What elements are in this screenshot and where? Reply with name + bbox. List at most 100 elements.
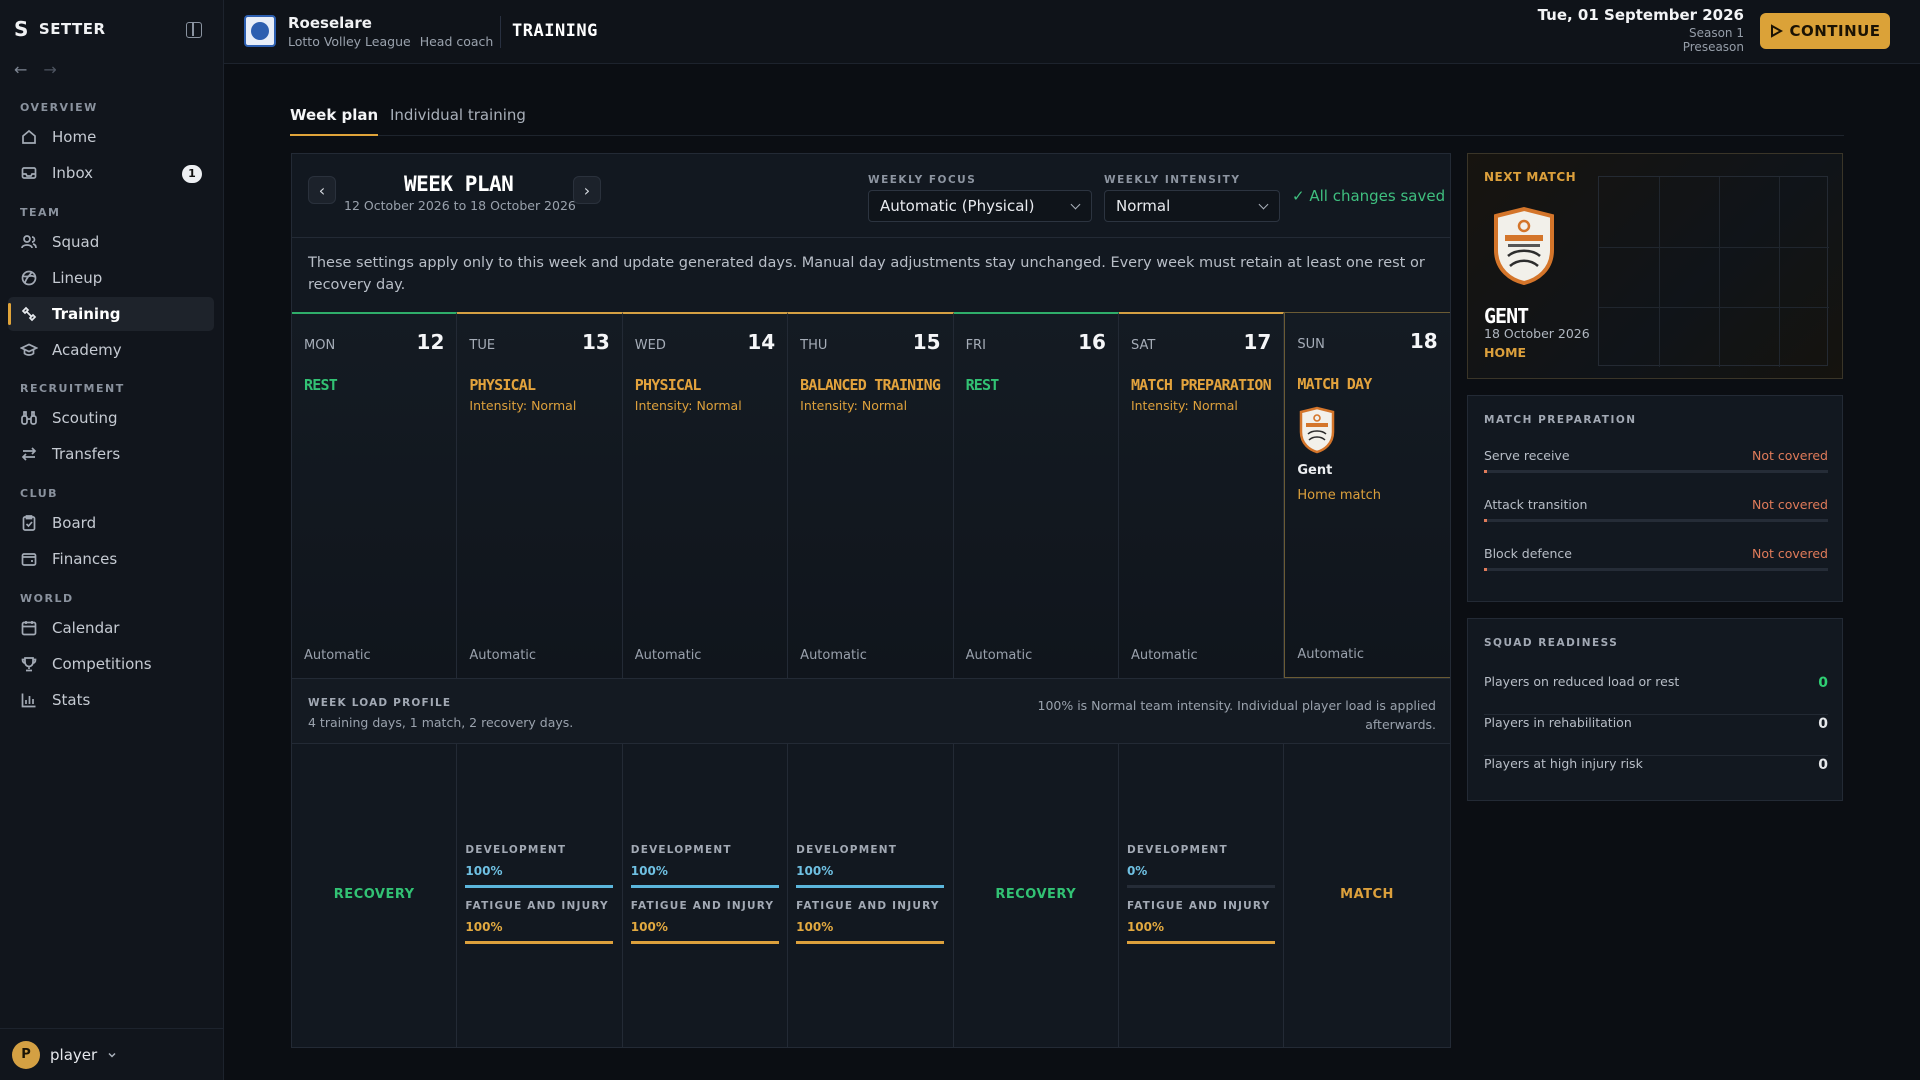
weekly-intensity-label: WEEKLY INTENSITY xyxy=(1104,174,1241,186)
weekly-focus-label: WEEKLY FOCUS xyxy=(868,174,977,186)
sidebar-item-training[interactable]: Training xyxy=(8,297,214,331)
development-label: DEVELOPMENT xyxy=(630,844,732,856)
sidebar-item-academy[interactable]: Academy xyxy=(8,333,214,367)
day-number: 18 xyxy=(1409,329,1438,353)
collapse-sidebar-icon[interactable] xyxy=(186,22,202,38)
development-bar xyxy=(465,885,614,888)
readiness-row: Players in rehabilitation 0 xyxy=(1484,715,1828,756)
tab-week-plan[interactable]: Week plan xyxy=(290,106,379,136)
club-subtitle: Lotto Volley League Head coach xyxy=(288,34,493,49)
sidebar-item-board[interactable]: Board xyxy=(8,506,214,540)
match-preparation-card: MATCH PREPARATION Serve receive Not cove… xyxy=(1467,395,1843,602)
week-load-summary: 4 training days, 1 match, 2 recovery day… xyxy=(308,715,574,730)
development-bar-fill xyxy=(796,885,945,888)
fatigue-value: 100% xyxy=(465,920,503,934)
week-plan-header: ‹ WEEK PLAN 12 October 2026 to 18 Octobe… xyxy=(292,154,1450,238)
sidebar-item-stats[interactable]: Stats xyxy=(8,683,214,717)
scouting-icon xyxy=(21,411,37,425)
week-plan-note: These settings apply only to this week a… xyxy=(308,255,1425,293)
day-of-week: WED xyxy=(634,338,666,353)
day-card-thu[interactable]: THU 15 BALANCED TRAINING Intensity: Norm… xyxy=(788,312,954,678)
season-label: Season 1 xyxy=(1688,26,1744,40)
day-card-tue[interactable]: TUE 13 PHYSICAL Intensity: Normal Automa… xyxy=(457,312,623,678)
sidebar-item-home[interactable]: Home xyxy=(8,120,214,154)
sidebar-item-transfers[interactable]: Transfers xyxy=(8,437,214,471)
inbox-icon xyxy=(21,167,37,179)
sidebar-item-squad[interactable]: Squad xyxy=(8,225,214,259)
fatigue-bar xyxy=(630,941,779,944)
continue-button[interactable]: CONTINUE xyxy=(1760,13,1890,49)
fatigue-value: 100% xyxy=(796,920,834,934)
day-number: 17 xyxy=(1243,330,1272,354)
sidebar-item-label: Scouting xyxy=(52,409,118,427)
tab-individual-training[interactable]: Individual training xyxy=(390,106,526,124)
back-arrow-icon[interactable]: ← xyxy=(14,60,27,79)
fatigue-value: 100% xyxy=(1126,920,1165,934)
day-mode: Automatic xyxy=(634,648,702,663)
development-bar-fill xyxy=(630,885,779,888)
top-bar: Roeselare Lotto Volley League Head coach… xyxy=(224,0,1920,64)
sidebar-item-finances[interactable]: Finances xyxy=(8,542,214,576)
day-card-fri[interactable]: FRI 16 REST Automatic xyxy=(953,312,1119,678)
section-recruitment: RECRUITMENT xyxy=(20,382,125,395)
sidebar-item-scouting[interactable]: Scouting xyxy=(8,401,214,435)
load-column-wed: DEVELOPMENT 100% FATIGUE AND INJURY 100% xyxy=(623,744,789,1048)
app-logo: S xyxy=(14,17,29,41)
match-venue: Home match xyxy=(1297,488,1381,503)
session-type: BALANCED TRAINING xyxy=(800,376,941,394)
app-name: SETTER xyxy=(38,20,106,38)
day-mode: Automatic xyxy=(800,648,867,663)
weekly-focus-select[interactable]: Automatic (Physical) xyxy=(868,190,1092,222)
sidebar-item-lineup[interactable]: Lineup xyxy=(8,261,214,295)
academy-icon xyxy=(20,343,38,356)
transfers-icon xyxy=(21,447,37,461)
sidebar-item-inbox[interactable]: Inbox 1 xyxy=(8,156,214,190)
day-card-wed[interactable]: WED 14 PHYSICAL Intensity: Normal Automa… xyxy=(622,312,789,678)
development-bar xyxy=(1126,885,1275,888)
next-match-team: GENT xyxy=(1484,304,1529,328)
section-world: WORLD xyxy=(20,592,74,605)
user-menu[interactable]: P player xyxy=(0,1028,224,1080)
day-card-sat[interactable]: SAT 17 MATCH PREPARATION Intensity: Norm… xyxy=(1118,312,1285,678)
development-value: 100% xyxy=(465,864,503,878)
page-title: TRAINING xyxy=(512,21,598,41)
day-number: 14 xyxy=(747,330,776,354)
app-brand[interactable]: S SETTER xyxy=(14,17,106,41)
forward-arrow-icon[interactable]: → xyxy=(43,60,56,79)
fatigue-label: FATIGUE AND INJURY xyxy=(796,900,940,912)
day-number: 15 xyxy=(912,330,941,354)
sidebar-item-calendar[interactable]: Calendar xyxy=(8,611,214,645)
weekly-intensity-select[interactable]: Normal xyxy=(1104,190,1280,222)
sidebar-item-competitions[interactable]: Competitions xyxy=(8,647,214,681)
sidebar-item-label: Competitions xyxy=(52,655,152,673)
day-card-sun[interactable]: SUN 18 MATCH DAY Gent Home match Automat… xyxy=(1284,312,1450,678)
opponent-name: Gent xyxy=(1297,463,1333,478)
readiness-label: Players in rehabilitation xyxy=(1484,715,1632,730)
load-column-fri: RECOVERY xyxy=(954,744,1119,1048)
sidebar-item-label: Academy xyxy=(52,341,122,359)
day-of-week: MON xyxy=(304,338,336,353)
readiness-label: Players at high injury risk xyxy=(1484,756,1643,771)
user-name: player xyxy=(50,1045,98,1064)
previous-week-button[interactable]: ‹ xyxy=(308,176,336,204)
stats-icon xyxy=(21,693,36,708)
next-week-button[interactable]: › xyxy=(573,176,601,204)
readiness-label: Players on reduced load or rest xyxy=(1484,674,1680,689)
sidebar-item-label: Board xyxy=(52,514,97,532)
training-tabs: Week plan Individual training xyxy=(290,104,1844,136)
development-bar xyxy=(630,885,779,888)
load-column-sat: DEVELOPMENT 0% FATIGUE AND INJURY 100% xyxy=(1119,744,1285,1048)
day-number: 13 xyxy=(581,330,610,354)
phase-label: Preseason xyxy=(1682,40,1744,54)
day-number: 12 xyxy=(416,330,445,354)
day-card-mon[interactable]: MON 12 REST Automatic xyxy=(292,312,458,678)
sidebar-item-label: Lineup xyxy=(52,269,103,287)
club-name[interactable]: Roeselare xyxy=(288,14,372,32)
fatigue-bar xyxy=(796,941,945,944)
fatigue-bar xyxy=(465,941,614,944)
load-column-mon: RECOVERY xyxy=(292,744,458,1048)
prep-progress-bar xyxy=(1484,519,1828,522)
next-match-card[interactable]: NEXT MATCH GENT 18 October 2026 HOME xyxy=(1467,153,1843,379)
next-match-label: NEXT MATCH xyxy=(1484,170,1577,184)
sidebar-item-label: Inbox xyxy=(52,164,94,182)
